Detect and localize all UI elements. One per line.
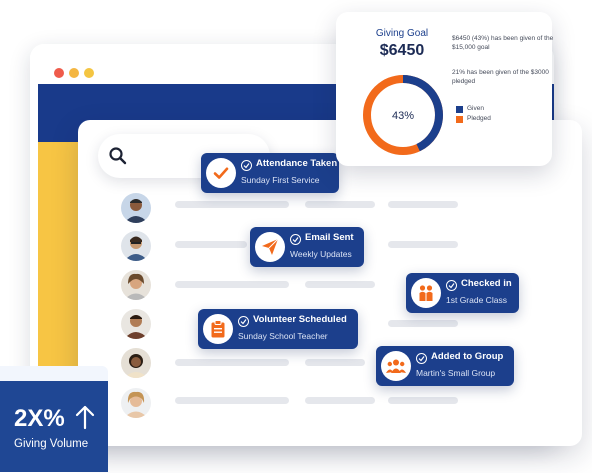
row-placeholder-bar (388, 201, 458, 208)
check-circle-icon (416, 353, 427, 364)
maximize-window-dot[interactable] (84, 68, 94, 78)
avatar[interactable] (121, 309, 151, 339)
check-circle-icon (241, 160, 252, 171)
activity-card-attendance[interactable]: Attendance Taken Sunday First Service (201, 153, 339, 193)
activity-card-group[interactable]: Added to Group Martin's Small Group (376, 346, 514, 386)
activity-card-volunteer[interactable]: Volunteer Scheduled Sunday School Teache… (198, 309, 358, 349)
giving-goal-amount: $6450 (379, 42, 425, 59)
arrow-up-icon (75, 405, 95, 430)
row-placeholder-bar (175, 201, 289, 208)
avatar[interactable] (121, 270, 151, 300)
group-icon (381, 351, 411, 381)
row-placeholder-bar (388, 397, 458, 404)
row-placeholder-bar (175, 241, 247, 248)
row-placeholder-bar (175, 359, 289, 366)
activity-subtitle: Weekly Updates (290, 249, 352, 259)
giving-volume-value: 2X% (14, 405, 65, 432)
activity-title: Added to Group (431, 351, 504, 362)
goal-given-note: $6450 (43%) has been given of the $15,00… (452, 35, 554, 51)
search-icon (109, 147, 127, 165)
close-window-dot[interactable] (54, 68, 64, 78)
activity-card-checkin[interactable]: Checked in 1st Grade Class (406, 273, 519, 313)
giving-volume-label: Giving Volume (14, 438, 89, 450)
row-placeholder-bar (175, 281, 289, 288)
check-circle-icon (290, 234, 301, 245)
legend-label-given: Given (467, 105, 484, 112)
legend-label-pledged: Pledged (467, 115, 491, 122)
legend-swatch-given (456, 106, 463, 113)
activity-subtitle: Martin's Small Group (416, 368, 496, 378)
clipboard-icon (203, 314, 233, 344)
kids-icon (411, 278, 441, 308)
minimize-window-dot[interactable] (69, 68, 79, 78)
check-circle-icon (238, 316, 249, 327)
activity-card-email[interactable]: Email Sent Weekly Updates (250, 227, 364, 267)
activity-subtitle: Sunday School Teacher (238, 331, 328, 341)
avatar[interactable] (121, 193, 151, 223)
row-placeholder-bar (305, 359, 365, 366)
row-placeholder-bar (305, 397, 375, 404)
row-placeholder-bar (305, 201, 375, 208)
giving-goal-label: Giving Goal (375, 28, 429, 39)
goal-pledged-note: 21% has been given of the $3000 pledged (452, 69, 549, 85)
paper-plane-icon (255, 232, 285, 262)
row-placeholder-bar (305, 281, 375, 288)
donut-percent-label: 43% (391, 110, 415, 122)
row-placeholder-bar (388, 241, 458, 248)
check-circle-icon (446, 280, 457, 291)
row-placeholder-bar (175, 397, 289, 404)
activity-title: Attendance Taken (256, 158, 338, 169)
activity-title: Checked in (461, 278, 512, 289)
activity-subtitle: 1st Grade Class (446, 295, 507, 305)
avatar[interactable] (121, 388, 151, 418)
activity-subtitle: Sunday First Service (241, 175, 320, 185)
activity-title: Volunteer Scheduled (253, 314, 347, 325)
avatar[interactable] (121, 231, 151, 261)
legend-swatch-pledged (456, 116, 463, 123)
checkmark-icon (206, 158, 236, 188)
avatar[interactable] (121, 348, 151, 378)
activity-title: Email Sent (305, 232, 354, 243)
row-placeholder-bar (388, 320, 458, 327)
